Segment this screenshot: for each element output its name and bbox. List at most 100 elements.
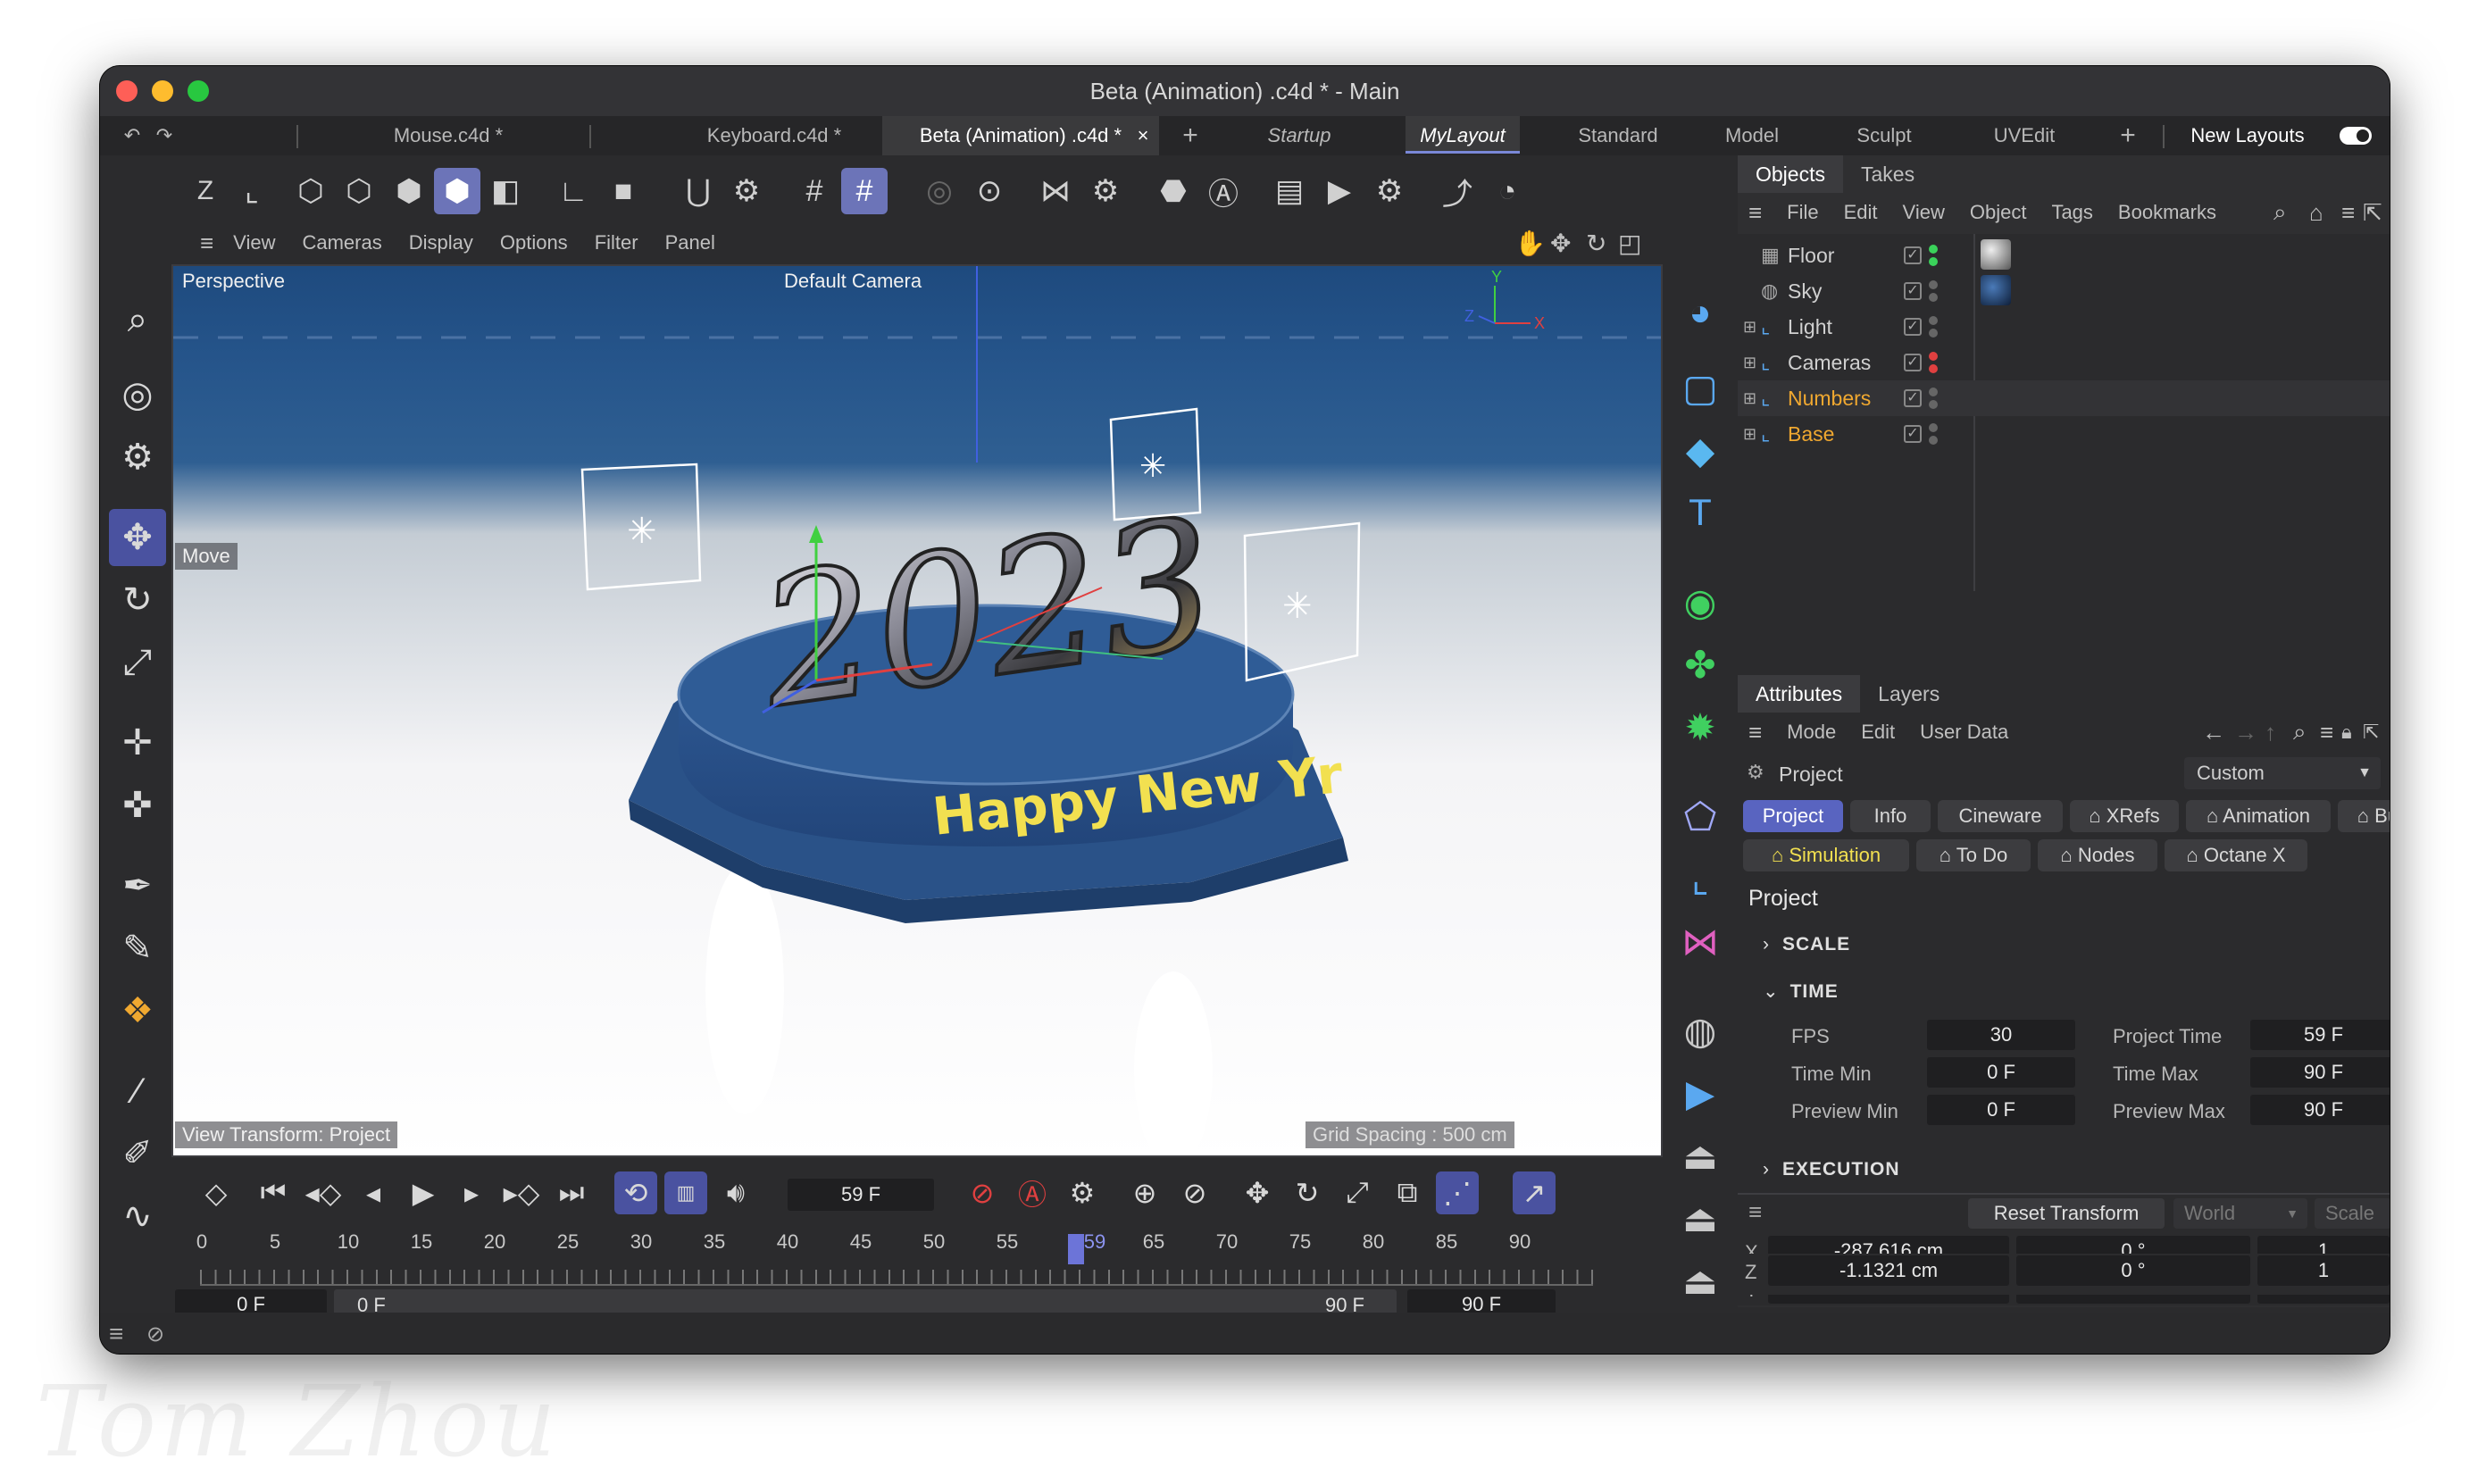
objects-popout-icon[interactable]: ⇱ bbox=[2363, 199, 2382, 227]
objects-hamburger-icon[interactable]: ≡ bbox=[1748, 199, 1762, 227]
axis-mode-icon[interactable]: ∟ bbox=[550, 168, 596, 214]
transform-tool-icon[interactable]: ✛ bbox=[109, 714, 166, 771]
preset-dropdown[interactable]: Custom ▼ bbox=[2184, 757, 2381, 789]
camera-st-icon[interactable]: ⏏ bbox=[1670, 1125, 1731, 1186]
motion-record-icon[interactable]: ⊘ bbox=[1173, 1171, 1216, 1214]
lasso-icon[interactable]: ⤴ bbox=[1434, 168, 1481, 214]
selection-tool-icon[interactable]: ◎ bbox=[109, 366, 166, 423]
loop-icon[interactable]: ⟲ bbox=[614, 1171, 657, 1214]
preview-min-field[interactable]: 0 F bbox=[1927, 1095, 2075, 1125]
objects-menu-bookmarks[interactable]: Bookmarks bbox=[2118, 201, 2216, 224]
attr-tab-octane[interactable]: ⌂ Octane X bbox=[2165, 839, 2307, 871]
objects-menu-file[interactable]: File bbox=[1787, 201, 1818, 224]
time-min-field[interactable]: 0 F bbox=[1927, 1057, 2075, 1088]
workplane-snap-icon[interactable]: # bbox=[841, 168, 888, 214]
go-to-end-icon[interactable]: ⏭ bbox=[550, 1171, 593, 1214]
add-tab-icon[interactable]: + bbox=[1177, 116, 1204, 155]
preview-range-icon[interactable]: ▥ bbox=[664, 1171, 707, 1214]
workplane-grid-icon[interactable]: # bbox=[791, 168, 838, 214]
spline-sketch-icon[interactable]: ✎ bbox=[109, 920, 166, 977]
symmetry-icon[interactable]: ⋈ bbox=[1032, 168, 1079, 214]
object-row-cameras[interactable]: ⊞ ⌞ Cameras ✓ bbox=[1738, 345, 2390, 380]
play-icon[interactable]: ▶ bbox=[402, 1171, 445, 1214]
tab-takes[interactable]: Takes bbox=[1843, 155, 1932, 193]
points-mode-icon[interactable]: ⬡ bbox=[288, 168, 334, 214]
fps-field[interactable]: 30 bbox=[1927, 1020, 2075, 1050]
key-position-icon[interactable]: ✥ bbox=[1236, 1171, 1279, 1214]
playhead[interactable] bbox=[1068, 1234, 1084, 1264]
reset-transform-button[interactable]: Reset Transform bbox=[1968, 1198, 2165, 1229]
project-time-field[interactable]: 59 F bbox=[2250, 1020, 2390, 1050]
expand-icon[interactable]: ⊞ bbox=[1743, 318, 1756, 337]
frame-ruler[interactable] bbox=[200, 1270, 1593, 1286]
menu-cameras[interactable]: Cameras bbox=[302, 231, 381, 254]
render-view-icon[interactable]: ⬣ bbox=[1150, 168, 1197, 214]
attr-tab-xrefs[interactable]: ⌂ XRefs bbox=[2070, 800, 2179, 832]
section-execution[interactable]: › EXECUTION bbox=[1763, 1159, 1900, 1180]
deformer-icon[interactable]: ✹ bbox=[1670, 696, 1731, 757]
object-row-sky[interactable]: ◍ Sky ✓ bbox=[1738, 273, 2390, 309]
coord-mode-dropdown[interactable]: Scale bbox=[2315, 1198, 2390, 1229]
menu-view[interactable]: View bbox=[233, 231, 275, 254]
viewport-settings-icon[interactable]: ⊙ bbox=[966, 168, 1013, 214]
next-key-icon[interactable]: ▸◇ bbox=[500, 1171, 543, 1214]
editor-visible-dot[interactable] bbox=[1929, 423, 1938, 432]
section-scale[interactable]: › SCALE bbox=[1763, 934, 1850, 955]
soft-selection-icon[interactable]: ◎ bbox=[916, 168, 963, 214]
rotate-tool-icon[interactable]: ↻ bbox=[109, 571, 166, 629]
visibility-check[interactable]: ✓ bbox=[1904, 389, 1922, 407]
z-axis-lock-icon[interactable]: Z bbox=[182, 168, 229, 214]
close-tab-icon[interactable]: × bbox=[1132, 116, 1154, 155]
tab-layers[interactable]: Layers bbox=[1860, 675, 1957, 713]
coords-hamburger-icon[interactable]: ≡ bbox=[1748, 1198, 1762, 1226]
tweak-tool-icon[interactable]: ⚙ bbox=[109, 429, 166, 486]
rot-z-field[interactable]: 0 ° bbox=[2016, 1255, 2250, 1286]
visibility-check[interactable]: ✓ bbox=[1904, 282, 1922, 300]
record-keys-icon[interactable]: ⊘ bbox=[961, 1171, 1004, 1214]
render-active-icon[interactable]: Ⓐ bbox=[1200, 168, 1247, 214]
visibility-check[interactable]: ✓ bbox=[1904, 354, 1922, 371]
render-visible-dot[interactable] bbox=[1929, 364, 1938, 373]
render-region-icon[interactable]: ▤ bbox=[1266, 168, 1313, 214]
objects-menu-object[interactable]: Object bbox=[1970, 201, 2027, 224]
symmetry-settings-icon[interactable]: ⚙ bbox=[1082, 168, 1129, 214]
orbit-view-icon[interactable]: ↻ bbox=[1586, 229, 1606, 258]
prev-key-icon[interactable]: ◂◇ bbox=[302, 1171, 345, 1214]
render-settings-icon[interactable]: ⚙ bbox=[1366, 168, 1413, 214]
attributes-menu-edit[interactable]: Edit bbox=[1861, 721, 1895, 744]
menu-display[interactable]: Display bbox=[409, 231, 473, 254]
editor-visible-dot[interactable] bbox=[1929, 316, 1938, 325]
layout-sculpt[interactable]: Sculpt bbox=[1839, 116, 1929, 155]
attr-tab-nodes[interactable]: ⌂ Nodes bbox=[2038, 839, 2157, 871]
menu-options[interactable]: Options bbox=[500, 231, 568, 254]
material-icon[interactable]: ⋈ bbox=[1670, 911, 1731, 971]
redo-icon[interactable]: ↷ bbox=[146, 116, 182, 155]
spline-rect-icon[interactable]: ▢ bbox=[1670, 357, 1731, 418]
light-card-1[interactable]: ✳ bbox=[580, 463, 702, 591]
attr-tab-simulation[interactable]: ⌂ Simulation bbox=[1743, 839, 1909, 871]
attributes-popout-icon[interactable]: ⇱ bbox=[2363, 721, 2379, 744]
render-visible-dot[interactable] bbox=[1929, 329, 1938, 338]
next-frame-icon[interactable]: ▸ bbox=[450, 1171, 493, 1214]
visibility-check[interactable]: ✓ bbox=[1904, 425, 1922, 443]
camera-icon[interactable]: ⏏ bbox=[1670, 1188, 1731, 1248]
key-rotation-icon[interactable]: ↻ bbox=[1286, 1171, 1329, 1214]
field-icon[interactable]: ⬠ bbox=[1670, 786, 1731, 846]
smooth-tool-icon[interactable]: ∿ bbox=[109, 1188, 166, 1245]
add-layout-icon[interactable]: + bbox=[2115, 116, 2141, 155]
minimize-button[interactable] bbox=[152, 80, 173, 102]
move-tool-icon[interactable]: ✥ bbox=[109, 509, 166, 566]
solo-mode-icon[interactable]: ■ bbox=[600, 168, 647, 214]
layout-uvedit[interactable]: UVEdit bbox=[1975, 116, 2073, 155]
objects-menu-view[interactable]: View bbox=[1903, 201, 1945, 224]
status-menu-icon[interactable]: ≡ bbox=[109, 1320, 123, 1348]
undo-icon[interactable]: ↶ bbox=[114, 116, 150, 155]
pos-z-field[interactable]: -1.1321 cm bbox=[1768, 1255, 2009, 1286]
key-parameter-icon[interactable]: ⧉ bbox=[1386, 1171, 1429, 1214]
coordinate-system-icon[interactable]: ⌞ bbox=[229, 168, 275, 214]
time-max-field[interactable]: 90 F bbox=[2250, 1057, 2390, 1088]
doc-tab-mouse[interactable]: Mouse.c4d * bbox=[314, 116, 582, 155]
camera-object-icon[interactable]: ⌞ bbox=[1670, 848, 1731, 909]
attr-tab-project[interactable]: Project bbox=[1743, 800, 1843, 832]
snap-magnet-icon[interactable]: ⋃ bbox=[675, 168, 722, 214]
